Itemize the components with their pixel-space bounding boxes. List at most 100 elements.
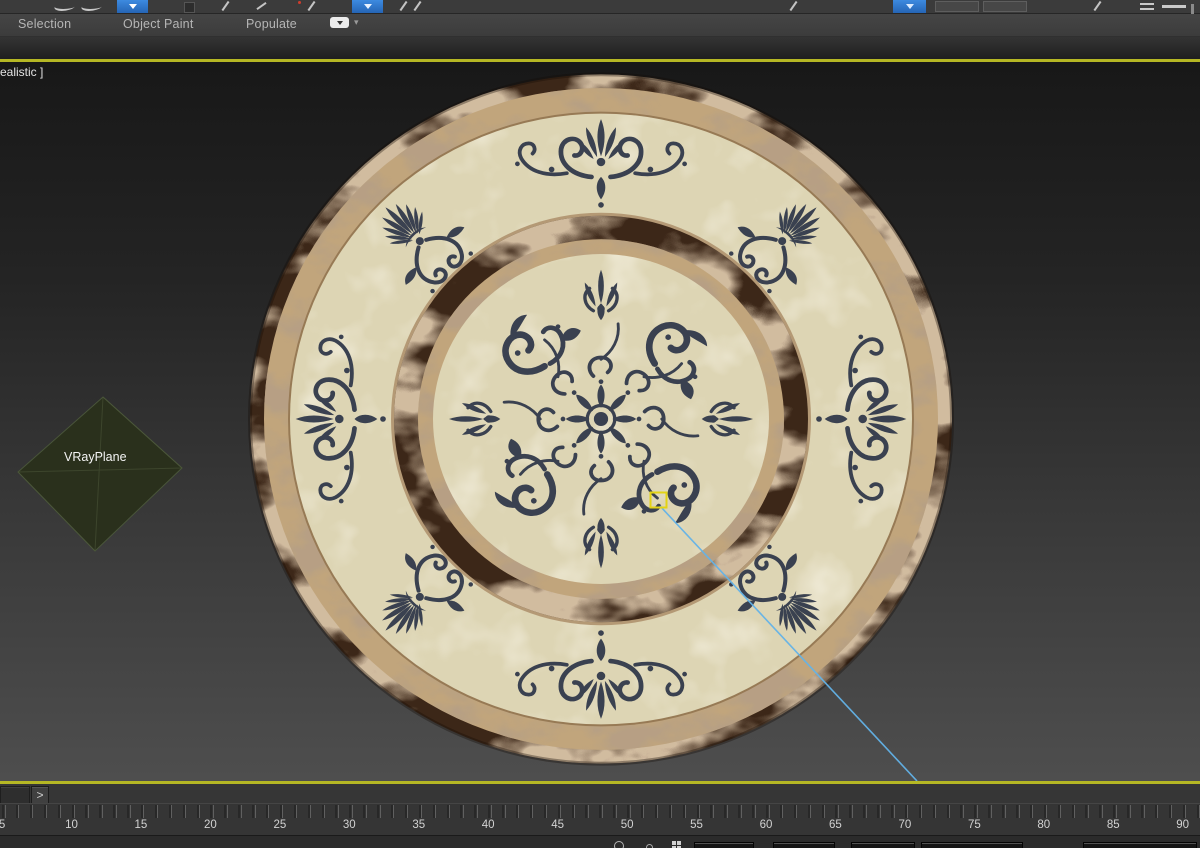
vrayplane-object[interactable]: VRayPlane <box>17 396 183 552</box>
timeline-tick <box>282 805 284 818</box>
timeline-tick <box>462 805 464 818</box>
timeline-tick <box>712 805 714 818</box>
main-toolbar <box>0 0 1200 32</box>
timeline-tick <box>601 805 603 818</box>
timeline-frame-label: 40 <box>481 819 495 831</box>
snap-slash-icon[interactable] <box>789 0 798 12</box>
3dsmax-window: Selection Object Paint Populate ▾ VRayPl… <box>0 0 1200 848</box>
freehand-curve-icon[interactable] <box>51 2 79 11</box>
timeline-tick <box>504 805 506 818</box>
ribbon-collapsed-strip <box>0 37 1200 59</box>
ribbon-tab-object-paint[interactable]: Object Paint <box>123 17 194 31</box>
ribbon-tab-populate[interactable]: Populate <box>246 17 297 31</box>
list-lines-icon[interactable] <box>1140 3 1154 5</box>
timeline-tick <box>1129 805 1131 818</box>
timeline-frame-label: 25 <box>273 819 287 831</box>
timeline-tick <box>726 805 728 818</box>
coordinate-z-field[interactable] <box>851 842 915 848</box>
select-and-rotate-button[interactable] <box>352 0 383 13</box>
timeline-tick <box>101 805 103 818</box>
timeline-tick <box>962 805 964 818</box>
timeline-tick <box>976 805 978 818</box>
align-icon[interactable] <box>221 0 230 12</box>
viewport-shading-label[interactable]: ealistic ] <box>0 65 43 79</box>
timeline-tick <box>949 805 951 818</box>
scale-slash-icon[interactable] <box>413 0 422 12</box>
scale-slash-icon[interactable] <box>399 0 408 12</box>
select-object-button[interactable] <box>117 0 148 13</box>
render-setup-box[interactable] <box>935 1 979 12</box>
layer-slash-icon[interactable] <box>1093 0 1102 12</box>
timeline-tick <box>115 805 117 818</box>
timeline-tick <box>351 805 353 818</box>
undo-slash-icon[interactable] <box>307 0 316 12</box>
timeline-tick <box>476 805 478 818</box>
timeline-frame-label: 90 <box>1176 819 1190 831</box>
timeline-tick <box>226 805 228 818</box>
timeline-tick <box>185 805 187 818</box>
timeline-tick <box>768 805 770 818</box>
timeline-tick <box>782 805 784 818</box>
timeline-tick <box>32 805 34 818</box>
arrow-icon[interactable] <box>256 2 267 10</box>
freehand-curve-icon[interactable] <box>78 2 106 11</box>
timeline-frame-label: 55 <box>690 819 703 831</box>
ribbon-tab-selection[interactable]: Selection <box>18 17 71 31</box>
timeline-frame-label: 75 <box>967 819 981 831</box>
timeline-frame-label: 60 <box>759 819 773 831</box>
timeline-frame-label: 85 <box>1106 819 1120 831</box>
time-tag-field[interactable] <box>1083 842 1197 848</box>
mirror-icon[interactable] <box>184 2 195 13</box>
timeline-tick <box>1101 805 1103 818</box>
marble-medallion-object[interactable] <box>248 72 954 766</box>
timeline-tick <box>851 805 853 818</box>
timeline-tick <box>199 805 200 818</box>
vrayplane-label: VRayPlane <box>64 450 127 464</box>
timeline-tick <box>407 805 409 818</box>
material-editor-button[interactable] <box>893 0 926 13</box>
timeline-frame-label: 15 <box>134 819 148 831</box>
timeline-tick <box>629 805 631 818</box>
timeline-tick <box>449 805 451 818</box>
timeline-tick <box>254 805 256 818</box>
timeline-tick <box>268 805 270 818</box>
timeline-tick <box>337 805 339 818</box>
render-frame-box[interactable] <box>983 1 1027 12</box>
timeline-tick <box>74 805 75 818</box>
absolute-mode-icon[interactable] <box>646 844 653 848</box>
timeline-tick <box>46 805 48 818</box>
timeline-tick <box>1046 805 1048 818</box>
timeline-tick <box>310 805 312 818</box>
next-frame-button[interactable]: > <box>31 786 49 804</box>
timeline-tick <box>1060 805 1062 818</box>
viewport-scene: VRayPlane <box>17 72 954 781</box>
timeline-tick <box>1032 805 1034 818</box>
coordinate-y-field[interactable] <box>773 842 835 848</box>
panel-toggle-icon[interactable] <box>330 17 349 28</box>
timeline-tick <box>740 805 742 818</box>
timeline-tick <box>296 805 298 818</box>
timeline-tick <box>518 805 520 818</box>
timeline-tick <box>18 805 20 818</box>
coordinate-x-field[interactable] <box>694 842 754 848</box>
chevron-down-icon[interactable]: ▾ <box>354 17 359 28</box>
timeline-tick <box>1087 805 1089 818</box>
list-lines-icon[interactable] <box>1140 8 1154 10</box>
viewport[interactable]: VRayPlane ealistic] <box>0 62 1200 781</box>
timeline-ruler[interactable]: 5 10 15 20 25 30 35 40 45 50 55 60 65 70 75 80 85 90 <box>0 803 1200 837</box>
timeline-tick <box>4 805 6 818</box>
wide-line-icon[interactable] <box>1162 5 1186 8</box>
lock-selection-icon[interactable] <box>614 841 624 848</box>
timeline-frame-label: 80 <box>1037 819 1051 831</box>
timeline-tick <box>546 805 548 818</box>
timeline-tick <box>1018 805 1020 818</box>
timeline-tick <box>1157 805 1159 818</box>
grid-size-field[interactable] <box>921 842 1023 848</box>
ribbon-minimize-dropdown[interactable]: ▾ <box>330 17 359 28</box>
grid-icon[interactable] <box>672 841 681 848</box>
timeline-tick <box>865 805 867 818</box>
timeline-tick <box>87 805 89 818</box>
timeline-tick <box>129 805 131 818</box>
timeline-frame-label: 5 <box>0 819 6 831</box>
timeline-tick <box>143 805 145 818</box>
